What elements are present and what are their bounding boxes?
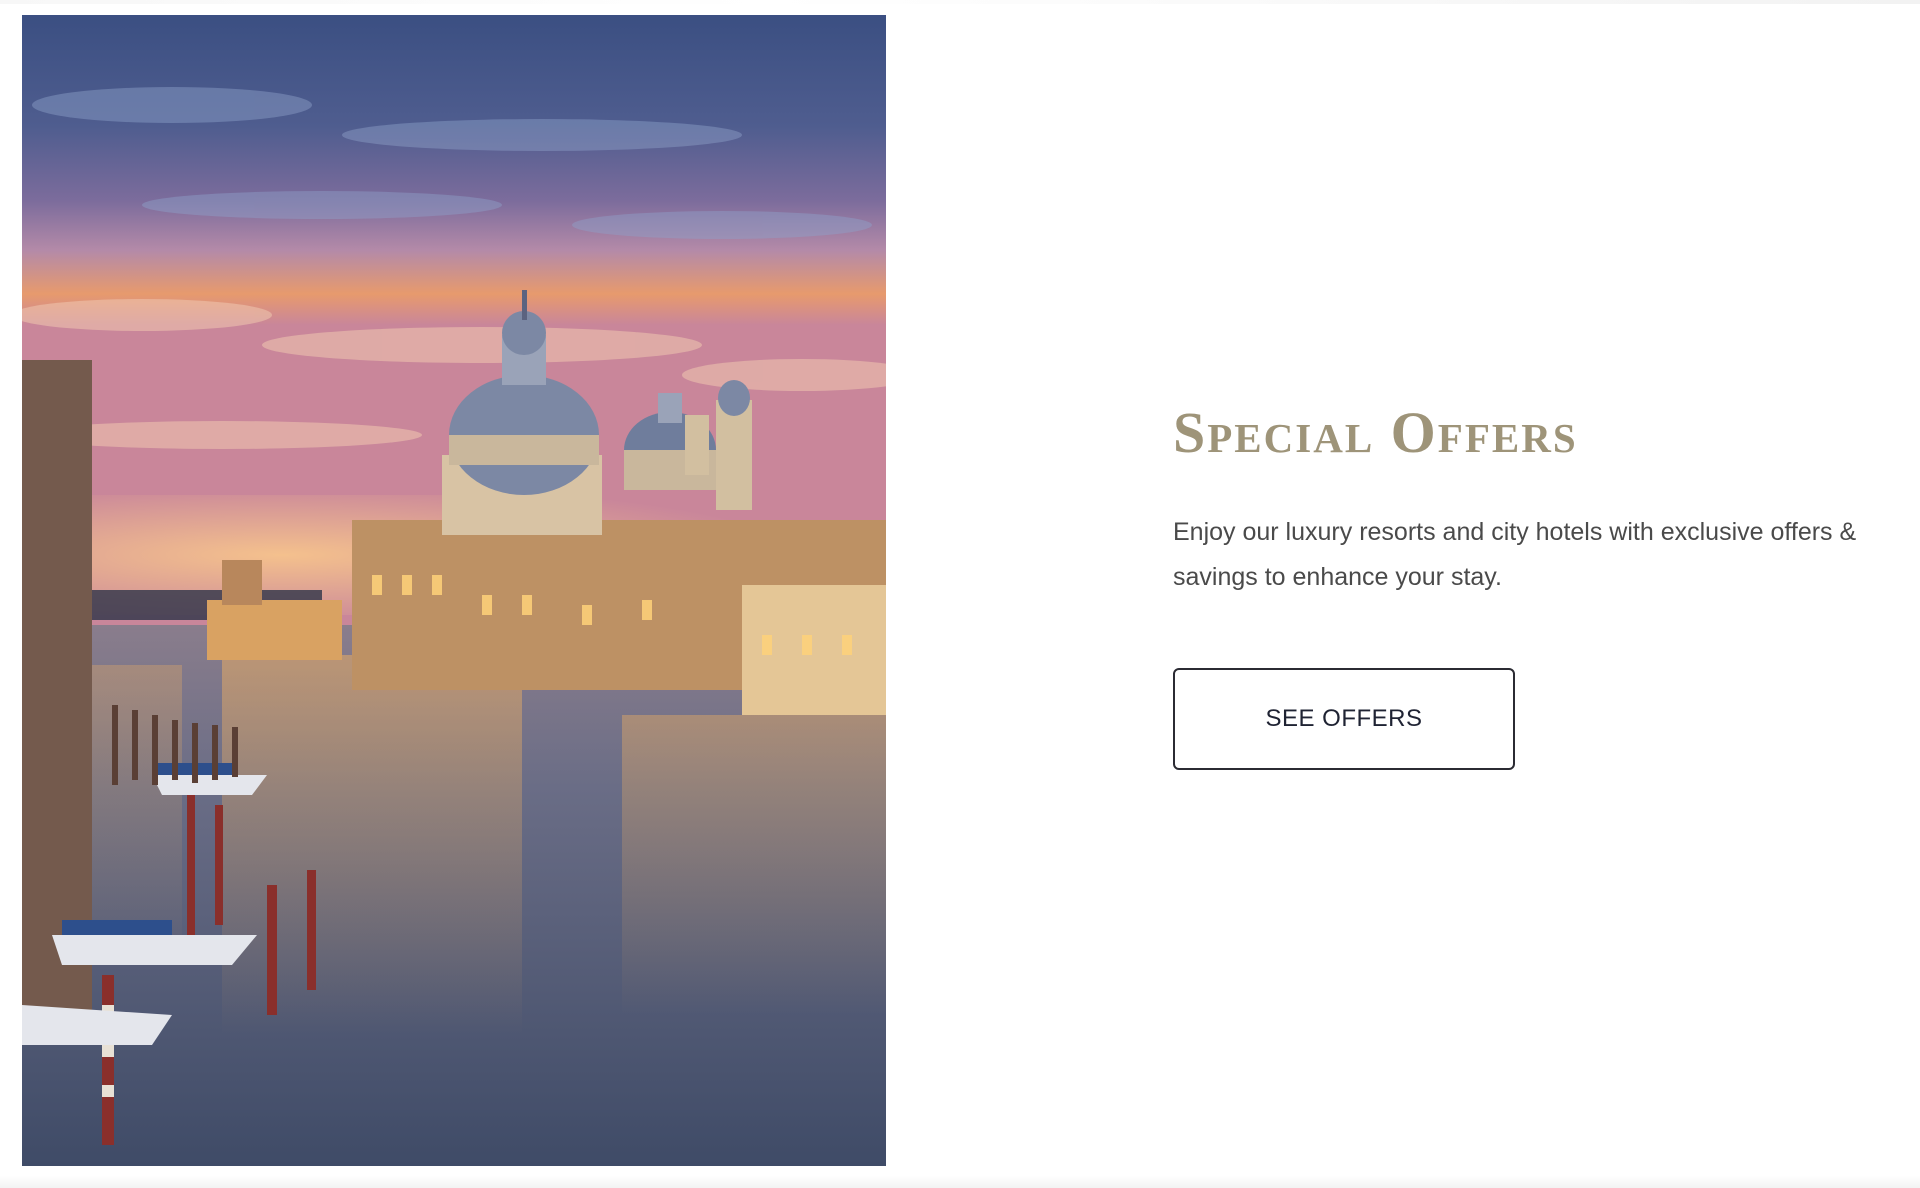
bottom-divider	[0, 1176, 1920, 1188]
offer-panel: Special Offers Enjoy our luxury resorts …	[1173, 400, 1873, 770]
see-offers-button[interactable]: SEE OFFERS	[1173, 668, 1515, 770]
offer-description: Enjoy our luxury resorts and city hotels…	[1173, 518, 1857, 591]
offer-title: Special Offers	[1173, 400, 1578, 465]
offers-section: Special Offers Enjoy our luxury resorts …	[0, 0, 1920, 1188]
venice-canal-image	[22, 15, 886, 1166]
top-divider	[0, 0, 1920, 4]
